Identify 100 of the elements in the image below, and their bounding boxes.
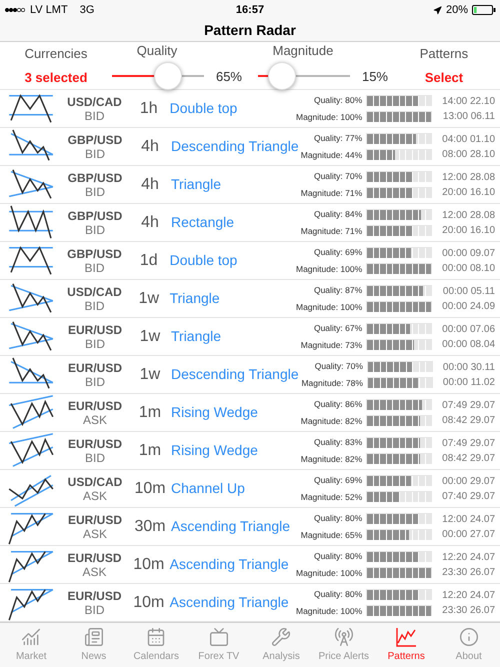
pattern-name: Double top: [170, 99, 238, 118]
price-side: BID: [84, 298, 105, 312]
price-side: ASK: [82, 412, 107, 426]
quality-label: Quality: 87%: [314, 284, 362, 296]
magnitude-label: Magnitude: 73%: [300, 338, 362, 352]
end-time: 20:00 16.10: [442, 224, 495, 238]
currency-pair: EUR/USD: [68, 322, 122, 336]
timeframe: 1w: [138, 364, 162, 384]
pattern-row[interactable]: USD/CAD BID 1h Double top Quality: 80% Magnitude: 100% 14:00 22.10 13:00 06.11: [0, 90, 500, 128]
newspaper-icon: [84, 626, 104, 646]
magnitude-label: Magnitude: 78%: [301, 376, 363, 390]
timeframe: 10m: [133, 554, 165, 574]
slider-value: 65%: [216, 68, 242, 86]
quality-label: Quality: 80%: [314, 94, 362, 106]
pattern-row[interactable]: USD/CAD ASK 10m Channel Up Quality: 69% Magnitude: 52% 00:00 29.07 07:40 29.07: [0, 470, 500, 508]
timeframe: 4h: [140, 212, 160, 232]
currency-pair: USD/CAD: [67, 284, 122, 298]
magnitude-label: Magnitude: 100%: [296, 566, 362, 580]
tab[interactable]: Patterns: [375, 623, 438, 667]
pattern-row[interactable]: GBP/USD BID 4h Rectangle Quality: 84% Magnitude: 71% 12:00 28.08 20:00 16.10: [0, 204, 500, 242]
pattern-chart-icon: [6, 432, 56, 470]
pattern-name: Rectangle: [171, 213, 236, 232]
quality-label: Quality: 67%: [314, 322, 362, 334]
signal-icon: [4, 7, 26, 13]
pattern-name: Triangle: [171, 327, 222, 346]
slider-value: 15%: [362, 68, 388, 86]
filter-label: Quality: [136, 42, 178, 60]
filter-button[interactable]: Select: [424, 68, 464, 87]
end-time: 00:00 08.10: [442, 262, 495, 276]
timeframe: 1d: [138, 250, 159, 270]
magnitude-label: Magnitude: 71%: [300, 224, 362, 238]
quality-label: Quality: 84%: [314, 208, 362, 220]
timeframe: 1w: [138, 326, 162, 346]
slider-thumb[interactable]: [154, 62, 182, 90]
magnitude-label: Magnitude: 52%: [300, 490, 362, 504]
start-time: 12:00 28.08: [442, 170, 495, 184]
antenna-icon: [334, 626, 354, 646]
slider[interactable]: [112, 62, 204, 90]
pattern-name: Triangle: [171, 175, 222, 194]
price-side: BID: [84, 108, 105, 122]
currency-pair: EUR/USD: [68, 436, 122, 450]
currency-pair: EUR/USD: [68, 588, 122, 602]
quality-label: Quality: 77%: [314, 132, 362, 144]
end-time: 13:00 06.11: [442, 110, 495, 124]
timeframe: 1h: [138, 98, 159, 118]
quality-label: Quality: 70%: [314, 360, 363, 372]
start-time: 00:00 07.06: [442, 322, 495, 336]
pattern-row[interactable]: EUR/USD ASK 1m Rising Wedge Quality: 86% Magnitude: 82% 07:49 29.07 08:42 29.07: [0, 394, 500, 432]
currency-pair: GBP/USD: [67, 246, 122, 260]
currency-pair: EUR/USD: [68, 398, 122, 412]
tv-icon: [208, 626, 229, 646]
quality-label: Quality: 86%: [314, 398, 362, 410]
timeframe: 1m: [138, 440, 162, 460]
pattern-chart-icon: [6, 204, 56, 242]
start-time: 00:00 05.11: [442, 284, 495, 298]
currency-pair: EUR/USD: [68, 360, 122, 374]
quality-label: Quality: 70%: [314, 170, 362, 182]
end-time: 00:00 08.04: [442, 338, 495, 352]
quality-label: Quality: 80%: [314, 588, 362, 600]
filter-label: Currencies: [24, 45, 88, 63]
pattern-row[interactable]: GBP/USD BID 4h Triangle Quality: 70% Magnitude: 71% 12:00 28.08 20:00 16.10: [0, 166, 500, 204]
price-side: BID: [84, 602, 105, 616]
pattern-chart-icon: [6, 394, 56, 432]
pattern-row[interactable]: EUR/USD ASK 30m Ascending Triangle Quality: 80% Magnitude: 65% 12:00 24.07 00:00 27.07: [0, 508, 500, 546]
slider[interactable]: [258, 62, 350, 90]
currency-pair: GBP/USD: [68, 132, 122, 146]
timeframe: 1w: [138, 288, 160, 308]
magnitude-label: Magnitude: 44%: [300, 148, 362, 162]
magnitude-label: Magnitude: 100%: [296, 110, 362, 124]
start-time: 14:00 22.10: [442, 94, 495, 108]
end-time: 00:00 24.09: [442, 300, 495, 314]
pattern-name: Ascending Triangle: [171, 517, 292, 536]
slider-thumb[interactable]: [268, 62, 296, 90]
quality-label: Quality: 83%: [314, 436, 362, 448]
timeframe: 30m: [134, 516, 166, 536]
currency-pair: EUR/USD: [68, 550, 122, 564]
filter-button[interactable]: 3 selected: [24, 68, 88, 87]
screen-title: Pattern Radar: [204, 21, 296, 40]
pattern-row[interactable]: EUR/USD BID 1m Rising Wedge Quality: 83% Magnitude: 82% 07:49 29.07 08:42 29.07: [0, 432, 500, 470]
pattern-name: Rising Wedge: [171, 441, 259, 460]
end-time: 07:40 29.07: [442, 490, 495, 504]
price-side: BID: [84, 336, 105, 350]
end-time: 23:30 26.07: [442, 604, 495, 618]
price-side: BID: [84, 450, 105, 464]
start-time: 00:00 29.07: [442, 474, 495, 488]
pattern-name: Rising Wedge: [171, 403, 259, 422]
pattern-row[interactable]: GBP/USD BID 1d Double top Quality: 69% Magnitude: 100% 00:00 09.07 00:00 08.10: [0, 242, 500, 280]
end-time: 08:00 28.10: [442, 148, 495, 162]
magnitude-label: Magnitude: 100%: [296, 604, 362, 618]
start-time: 07:49 29.07: [442, 436, 495, 450]
timeframe: 4h: [140, 136, 160, 156]
pattern-row[interactable]: EUR/USD BID 1w Triangle Quality: 67% Magnitude: 73% 00:00 07.06 00:00 08.04: [0, 318, 500, 356]
start-time: 00:00 30.11: [442, 360, 495, 374]
start-time: 12:20 24.07: [442, 588, 495, 602]
start-time: 00:00 09.07: [442, 246, 495, 260]
start-time: 04:00 01.10: [442, 132, 495, 146]
pattern-row[interactable]: USD/CAD BID 1w Triangle Quality: 87% Magnitude: 100% 00:00 05.11 00:00 24.09: [0, 280, 500, 318]
price-side: BID: [84, 222, 105, 236]
pattern-name: Triangle: [170, 289, 221, 308]
magnitude-label: Magnitude: 100%: [296, 300, 362, 314]
